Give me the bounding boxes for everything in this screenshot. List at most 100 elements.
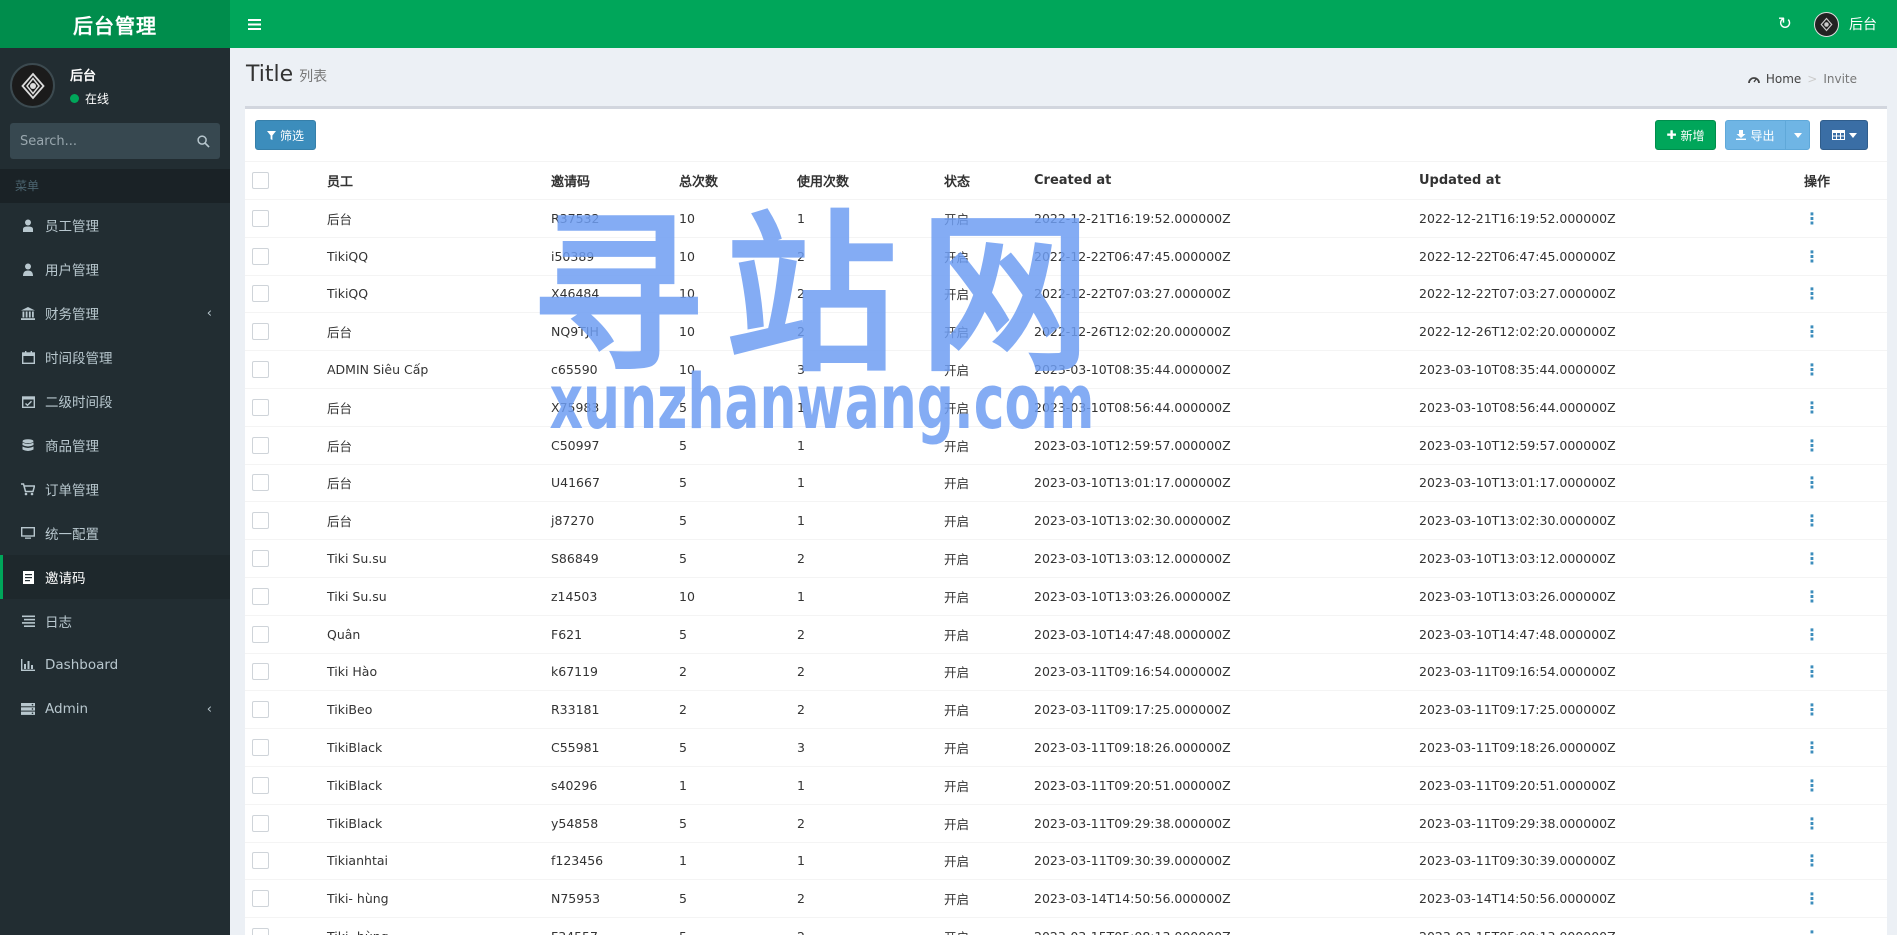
row-actions-icon[interactable]: ⋮ bbox=[1804, 360, 1820, 379]
column-header-updated-at[interactable]: Updated at bbox=[1419, 161, 1804, 200]
row-actions-icon[interactable]: ⋮ bbox=[1804, 851, 1820, 870]
row-actions-icon[interactable]: ⋮ bbox=[1804, 776, 1820, 795]
sidebar-item-9[interactable]: 日志 bbox=[0, 599, 230, 643]
column-header-created-at[interactable]: Created at bbox=[1034, 161, 1419, 200]
page-subtitle: 列表 bbox=[299, 69, 328, 85]
row-actions-icon[interactable]: ⋮ bbox=[1804, 625, 1820, 644]
sidebar-item-3[interactable]: 时间段管理 bbox=[0, 335, 230, 379]
column-selector-button[interactable] bbox=[1820, 120, 1868, 150]
row-checkbox[interactable] bbox=[252, 739, 269, 757]
sidebar-item-5[interactable]: 商品管理 bbox=[0, 423, 230, 467]
row-actions-icon[interactable]: ⋮ bbox=[1804, 247, 1820, 266]
row-checkbox[interactable] bbox=[252, 814, 269, 832]
row-checkbox[interactable] bbox=[252, 776, 269, 794]
row-actions-icon[interactable]: ⋮ bbox=[1804, 284, 1820, 303]
column-header-used[interactable]: 使用次数 bbox=[797, 161, 944, 200]
new-button-label: 新增 bbox=[1680, 128, 1705, 143]
table-row[interactable]: Tiki Su.su S86849 5 2 开启 2023-03-10T13:03:12.… bbox=[245, 539, 1887, 578]
row-actions-icon[interactable]: ⋮ bbox=[1804, 738, 1820, 757]
row-actions-icon[interactable]: ⋮ bbox=[1804, 549, 1820, 568]
column-header-total[interactable]: 总次数 bbox=[679, 161, 797, 200]
avatar bbox=[10, 63, 55, 108]
row-actions-icon[interactable]: ⋮ bbox=[1804, 398, 1820, 417]
sidebar-item-6[interactable]: 订单管理 bbox=[0, 467, 230, 511]
row-actions-icon[interactable]: ⋮ bbox=[1804, 473, 1820, 492]
export-dropdown-button[interactable] bbox=[1785, 120, 1810, 150]
cell-status: 开启 bbox=[944, 576, 1034, 616]
table-row[interactable]: 后台 R37532 10 1 开启 2022-12-21T16:19:52.000000Z… bbox=[245, 199, 1887, 238]
table-row[interactable]: 后台 C50997 5 1 开启 2023-03-10T12:59:57.000000Z 2… bbox=[245, 425, 1887, 465]
search-icon[interactable] bbox=[197, 134, 210, 148]
sidebar-item-4[interactable]: 二级时间段 bbox=[0, 379, 230, 423]
cell-code: j87270 bbox=[551, 501, 679, 540]
row-checkbox[interactable] bbox=[252, 625, 269, 643]
column-header-employee[interactable]: 员工 bbox=[327, 161, 551, 200]
row-checkbox[interactable] bbox=[252, 209, 269, 227]
row-checkbox[interactable] bbox=[252, 474, 269, 492]
sidebar-item-1[interactable]: 用户管理 bbox=[0, 247, 230, 291]
sidebar-item-7[interactable]: 统一配置 bbox=[0, 511, 230, 555]
table-row[interactable]: TikiBlack y54858 5 2 开启 2023-03-11T09:29:38.0… bbox=[245, 803, 1887, 843]
cell-total: 5 bbox=[679, 539, 797, 578]
row-actions-icon[interactable]: ⋮ bbox=[1804, 436, 1820, 455]
table-row[interactable]: Tikianhtai f123456 1 1 开启 2023-03-11T09:30:39… bbox=[245, 841, 1887, 880]
refresh-icon[interactable]: ↻ bbox=[1778, 14, 1792, 34]
table-row[interactable]: 后台 X75983 5 1 开启 2023-03-10T08:56:44.000000Z 2… bbox=[245, 387, 1887, 427]
row-actions-icon[interactable]: ⋮ bbox=[1804, 814, 1820, 833]
app-logo[interactable]: 后台管理 bbox=[0, 0, 230, 48]
filter-button[interactable]: 筛选 bbox=[255, 120, 316, 150]
table-row[interactable]: TikiQQ X46484 10 2 开启 2022-12-22T07:03:27.000… bbox=[245, 274, 1887, 313]
table-row[interactable]: ADMIN Siêu Cấp c65590 10 3 开启 2023-03-10T08:3… bbox=[245, 350, 1887, 389]
table-row[interactable]: TikiBlack s40296 1 1 开启 2023-03-11T09:20:51.0… bbox=[245, 765, 1887, 805]
sidebar-item-11[interactable]: Admin ‹ bbox=[0, 687, 230, 731]
row-actions-icon[interactable]: ⋮ bbox=[1804, 209, 1820, 228]
cell-employee: Tiki- hùng bbox=[327, 917, 551, 935]
table-row[interactable]: 后台 j87270 5 1 开启 2023-03-10T13:02:30.000000Z 2… bbox=[245, 501, 1887, 540]
row-checkbox[interactable] bbox=[252, 247, 269, 265]
table-row[interactable]: TikiBlack C55981 5 3 开启 2023-03-11T09:18:26.0… bbox=[245, 728, 1887, 767]
table-row[interactable]: TikiBeo R33181 2 2 开启 2023-03-11T09:17:25.000… bbox=[245, 690, 1887, 729]
row-checkbox[interactable] bbox=[252, 398, 269, 416]
table-row[interactable]: Tiki- hùngF3455752开启2023-03-15T05:08:13.… bbox=[245, 917, 1887, 935]
row-checkbox[interactable] bbox=[252, 285, 269, 303]
table-row[interactable]: Tiki Hào k67119 2 2 开启 2023-03-11T09:16:54.00… bbox=[245, 652, 1887, 691]
row-actions-icon[interactable]: ⋮ bbox=[1804, 700, 1820, 719]
column-header-status[interactable]: 状态 bbox=[944, 161, 1034, 200]
new-button[interactable]: ✚ 新增 bbox=[1655, 120, 1716, 150]
row-actions-icon[interactable]: ⋮ bbox=[1804, 322, 1820, 341]
row-checkbox[interactable] bbox=[252, 663, 269, 681]
row-actions-icon[interactable]: ⋮ bbox=[1804, 511, 1820, 530]
row-checkbox[interactable] bbox=[252, 890, 269, 908]
table-row[interactable]: 后台 U41667 5 1 开启 2023-03-10T13:01:17.000000Z 2… bbox=[245, 463, 1887, 502]
table-row[interactable]: TikiQQ i50389 10 2 开启 2022-12-22T06:47:45.000… bbox=[245, 236, 1887, 276]
row-checkbox[interactable] bbox=[252, 361, 269, 379]
user-menu[interactable]: 后台 bbox=[1814, 11, 1877, 37]
row-checkbox[interactable] bbox=[252, 587, 269, 605]
row-checkbox[interactable] bbox=[252, 323, 269, 341]
row-checkbox[interactable] bbox=[252, 852, 269, 870]
sidebar-item-0[interactable]: 员工管理 bbox=[0, 203, 230, 247]
breadcrumb-home-link[interactable]: Home bbox=[1766, 72, 1801, 86]
table-row[interactable]: 后台 NQ9TJH 10 2 开启 2022-12-26T12:02:20.000000Z… bbox=[245, 312, 1887, 351]
cell-status: 开启 bbox=[944, 803, 1034, 843]
row-actions-icon[interactable]: ⋮ bbox=[1804, 889, 1820, 908]
column-header-code[interactable]: 邀请码 bbox=[551, 161, 679, 200]
select-all-checkbox[interactable] bbox=[252, 172, 269, 189]
row-checkbox[interactable] bbox=[252, 928, 269, 935]
sidebar-item-10[interactable]: Dashboard bbox=[0, 643, 230, 687]
row-actions-icon[interactable]: ⋮ bbox=[1804, 927, 1820, 935]
row-actions-icon[interactable]: ⋮ bbox=[1804, 662, 1820, 681]
export-button[interactable]: 导出 bbox=[1725, 120, 1786, 150]
row-checkbox[interactable] bbox=[252, 550, 269, 568]
row-checkbox[interactable] bbox=[252, 436, 269, 454]
sidebar-toggle-button[interactable] bbox=[230, 0, 278, 48]
row-checkbox[interactable] bbox=[252, 512, 269, 530]
row-checkbox[interactable] bbox=[252, 701, 269, 719]
table-row[interactable]: Quân F621 5 2 开启 2023-03-10T14:47:48.000000Z 2… bbox=[245, 614, 1887, 654]
table-row[interactable]: Tiki Su.su z14503 10 1 开启 2023-03-10T13:03:26… bbox=[245, 576, 1887, 616]
sidebar-item-2[interactable]: 财务管理 ‹ bbox=[0, 291, 230, 335]
table-row[interactable]: Tiki- hùng N75953 5 2 开启 2023-03-14T14:50:56.… bbox=[245, 879, 1887, 918]
sidebar-item-8[interactable]: 邀请码 bbox=[0, 555, 230, 599]
search-input[interactable] bbox=[20, 133, 197, 149]
row-actions-icon[interactable]: ⋮ bbox=[1804, 587, 1820, 606]
